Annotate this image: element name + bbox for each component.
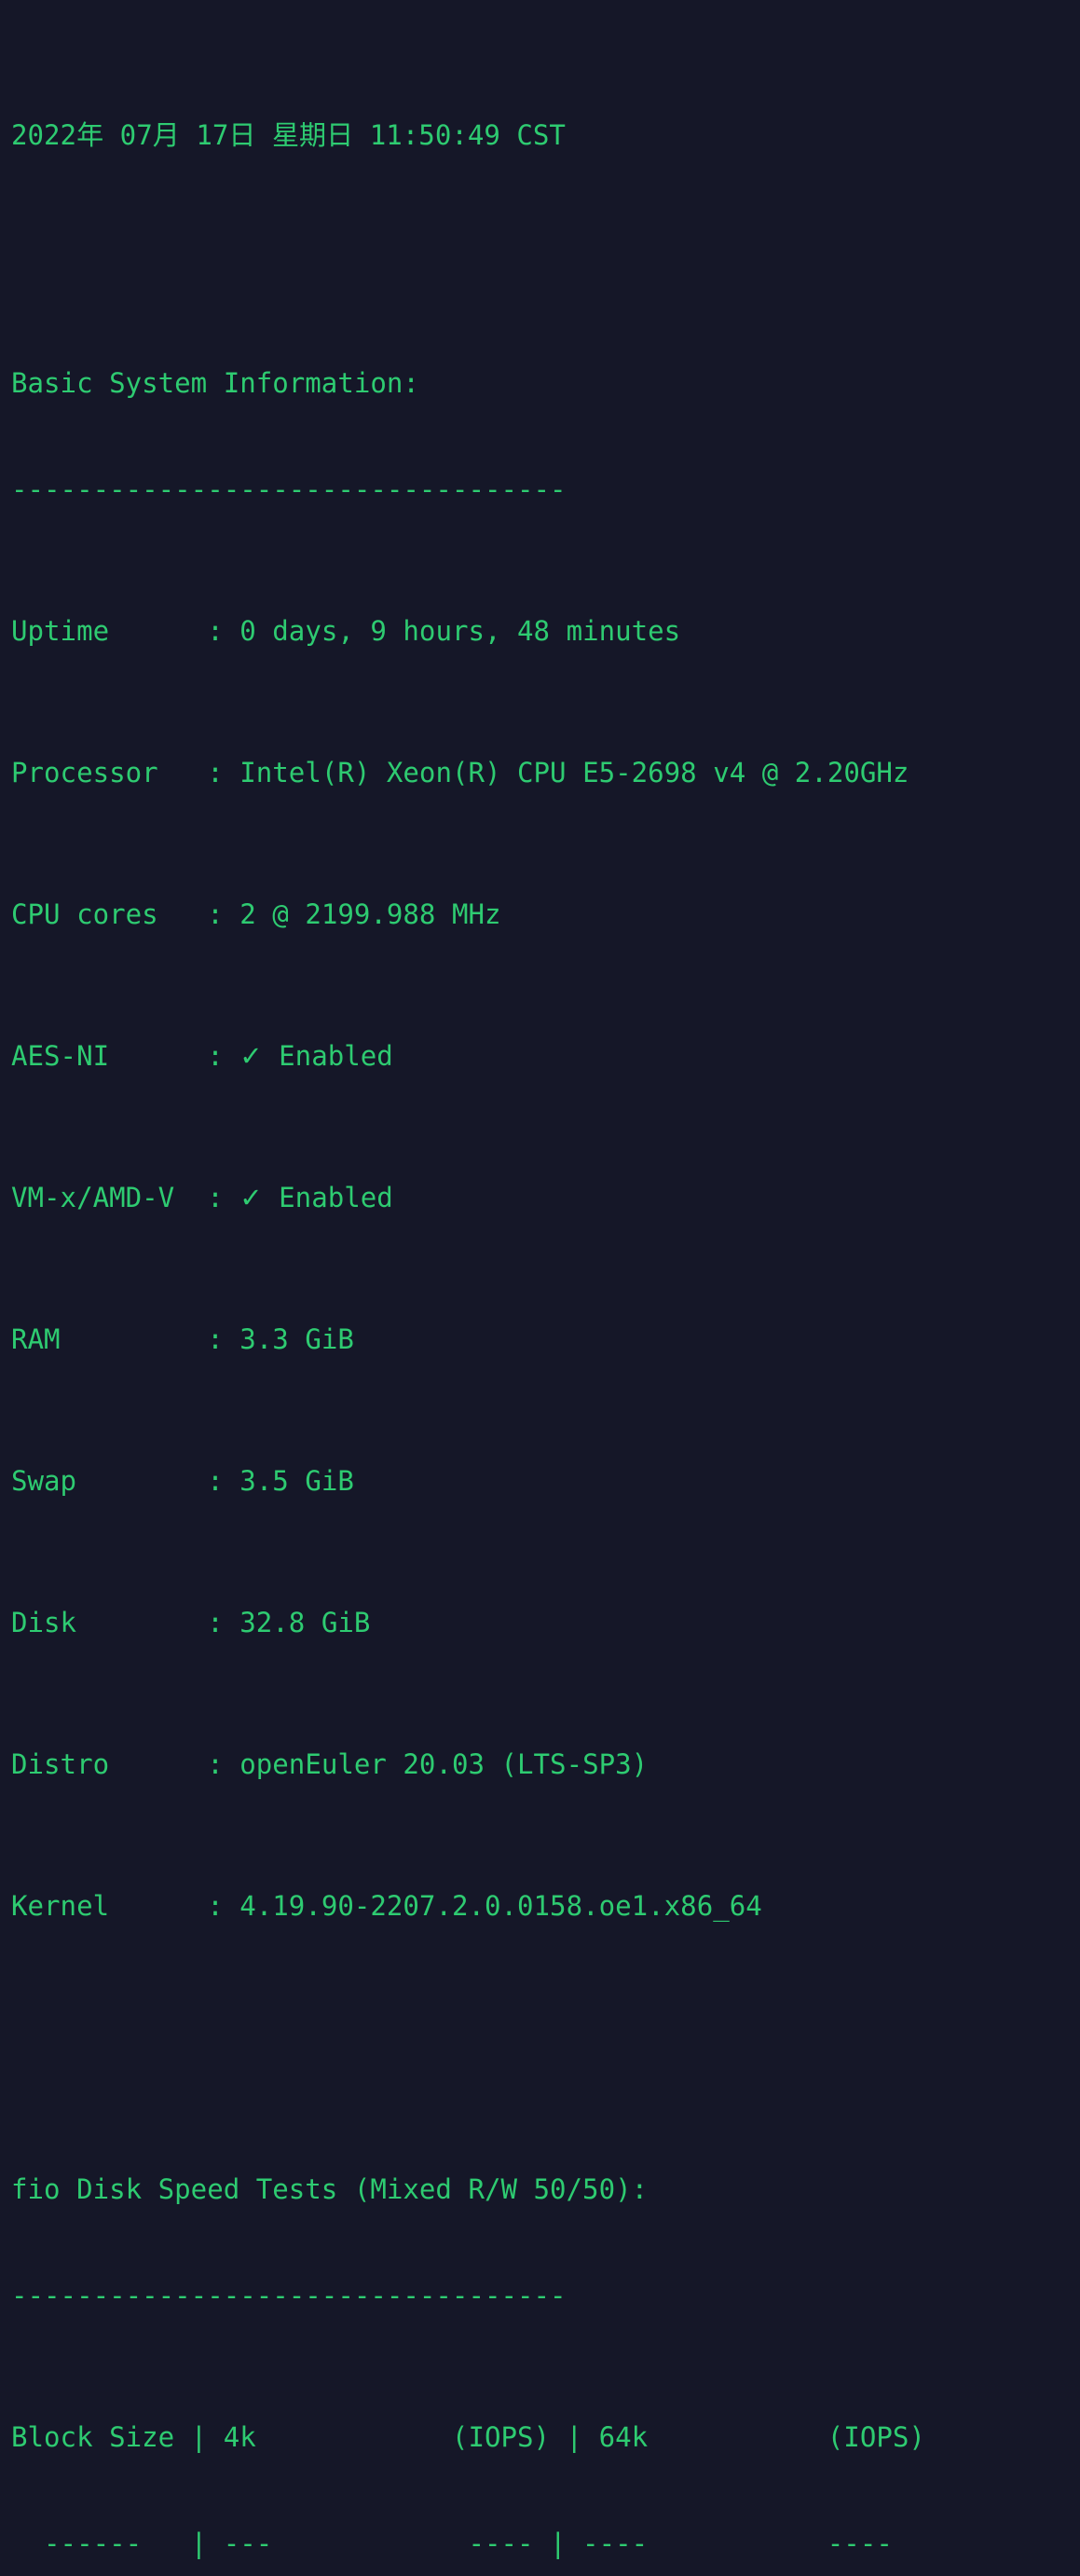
info-row-cpu-cores: CPU cores : 2 @ 2199.988 MHz <box>11 897 1080 932</box>
info-value-swap: 3.5 GiB <box>239 1465 354 1497</box>
checkmark-icon: ✓ <box>239 1182 263 1213</box>
info-row-processor: Processor : Intel(R) Xeon(R) CPU E5-2698… <box>11 755 1080 790</box>
info-sep: : <box>207 615 240 647</box>
info-value-vm-x-amd-v: Enabled <box>262 1182 393 1213</box>
info-value-ram: 3.3 GiB <box>239 1323 354 1355</box>
info-value-distro: openEuler 20.03 (LTS-SP3) <box>239 1748 649 1780</box>
info-sep: : <box>207 1182 240 1213</box>
info-sep: : <box>207 1040 240 1072</box>
datetime-line: 2022年 07月 17日 星期日 11:50:49 CST <box>11 119 566 151</box>
info-row-swap: Swap : 3.5 GiB <box>11 1463 1080 1499</box>
info-sep: : <box>207 1465 240 1497</box>
info-value-aes-ni: Enabled <box>262 1040 393 1072</box>
info-label-kernel: Kernel <box>11 1890 208 1922</box>
checkmark-icon: ✓ <box>239 1040 263 1072</box>
info-label-swap: Swap <box>11 1465 208 1497</box>
info-sep: : <box>207 898 240 930</box>
info-row-kernel: Kernel : 4.19.90-2207.2.0.0158.oe1.x86_6… <box>11 1888 1080 1924</box>
info-sep: : <box>207 1607 240 1638</box>
info-row-distro: Distro : openEuler 20.03 (LTS-SP3) <box>11 1747 1080 1782</box>
info-row-aes-ni: AES-NI : ✓ Enabled <box>11 1038 1080 1074</box>
info-sep: : <box>207 757 240 788</box>
info-value-uptime: 0 days, 9 hours, 48 minutes <box>239 615 681 647</box>
info-label-aes-ni: AES-NI <box>11 1040 208 1072</box>
info-row-vm-x-amd-v: VM-x/AMD-V : ✓ Enabled <box>11 1180 1080 1215</box>
info-label-disk: Disk <box>11 1607 208 1638</box>
info-label-uptime: Uptime <box>11 615 208 647</box>
info-row-uptime: Uptime : 0 days, 9 hours, 48 minutes <box>11 613 1080 649</box>
info-label-vm-x-amd-v: VM-x/AMD-V <box>11 1182 208 1213</box>
info-sep: : <box>207 1890 240 1922</box>
info-label-processor: Processor <box>11 757 208 788</box>
section-title-fio-disk-speed-tests: fio Disk Speed Tests (Mixed R/W 50/50): <box>11 2173 649 2205</box>
fio-block1-underline: ------ | --- ---- | ---- ---- <box>11 2528 893 2559</box>
info-sep: : <box>207 1748 240 1780</box>
fio-block1-header: Block Size | 4k (IOPS) | 64k (IOPS) <box>11 2421 925 2453</box>
info-sep: : <box>207 1323 240 1355</box>
info-value-processor: Intel(R) Xeon(R) CPU E5-2698 v4 @ 2.20GH… <box>239 757 909 788</box>
info-row-disk: Disk : 32.8 GiB <box>11 1605 1080 1640</box>
section-divider-fio: ---------------------------------- <box>11 2280 567 2311</box>
info-value-kernel: 4.19.90-2207.2.0.0158.oe1.x86_64 <box>239 1890 762 1922</box>
terminal-output[interactable]: 2022年 07月 17日 星期日 11:50:49 CST Basic Sys… <box>0 0 1080 2559</box>
info-row-ram: RAM : 3.3 GiB <box>11 1322 1080 1357</box>
info-label-ram: RAM <box>11 1323 208 1355</box>
info-label-distro: Distro <box>11 1748 208 1780</box>
info-label-cpu-cores: CPU cores <box>11 898 208 930</box>
section-divider-basic: ---------------------------------- <box>11 473 567 505</box>
section-title-basic-system-information: Basic System Information: <box>11 367 419 399</box>
info-value-disk: 32.8 GiB <box>239 1607 371 1638</box>
info-value-cpu-cores: 2 @ 2199.988 MHz <box>239 898 501 930</box>
